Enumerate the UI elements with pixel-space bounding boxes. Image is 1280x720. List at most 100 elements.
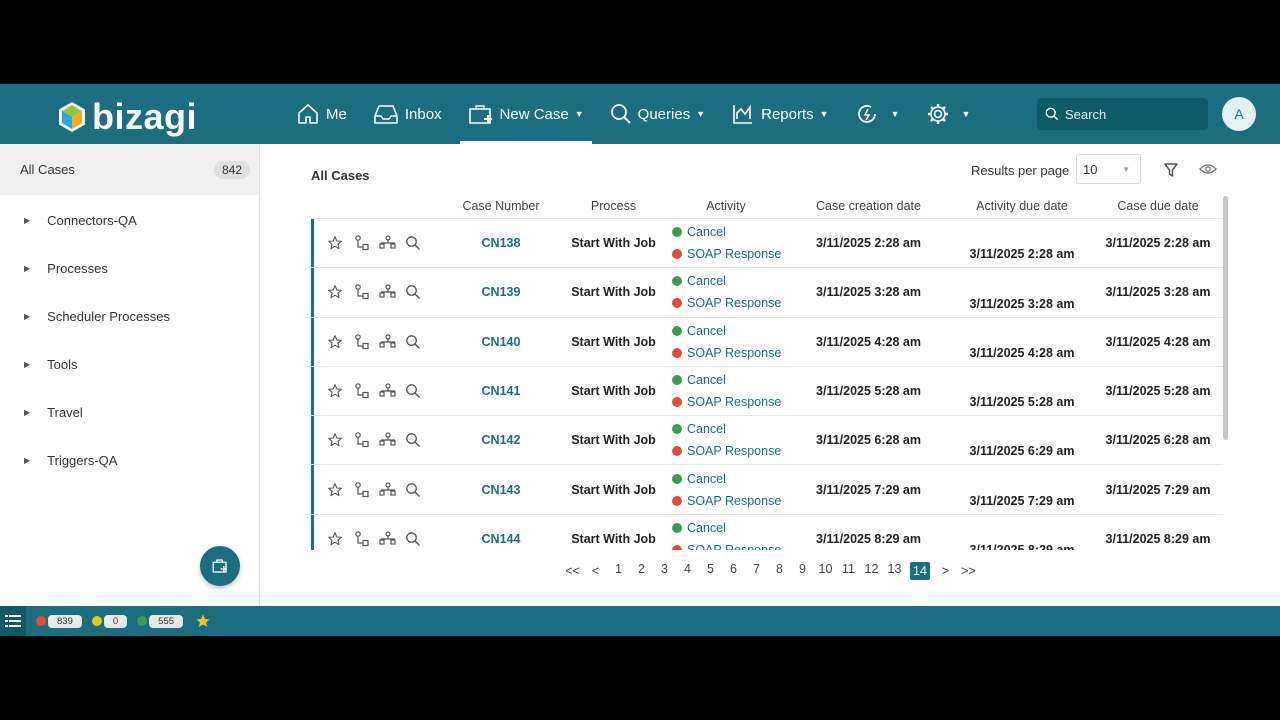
nav-settings[interactable]: ▼ (918, 84, 979, 144)
table-row[interactable]: CN144 Start With Job Cancel SOAP Respons… (311, 514, 1223, 550)
favorite-star-icon[interactable] (327, 531, 353, 547)
favorite-star-icon[interactable] (327, 482, 353, 498)
workflow-icon[interactable] (353, 530, 379, 548)
table-row[interactable]: CN138 Start With Job Cancel SOAP Respons… (311, 219, 1223, 269)
header-activity[interactable]: Activity (666, 194, 786, 218)
favorite-star-icon[interactable] (327, 284, 353, 300)
activity-item[interactable]: Cancel (672, 517, 786, 539)
sidebar-item-travel[interactable]: ▶ Travel (0, 388, 259, 436)
pager-first-button[interactable]: << (565, 564, 580, 578)
table-row[interactable]: CN139 Start With Job Cancel SOAP Respons… (311, 268, 1223, 318)
favorite-star-icon[interactable] (327, 383, 353, 399)
view-case-search-icon[interactable] (405, 482, 431, 498)
pager-page-button[interactable]: 11 (841, 562, 856, 580)
sidebar-item-triggers-qa[interactable]: ▶ Triggers-QA (0, 436, 259, 484)
view-case-search-icon[interactable] (405, 432, 431, 448)
workflow-icon[interactable] (353, 333, 379, 351)
view-case-search-icon[interactable] (405, 235, 431, 251)
header-case-due-date[interactable]: Case due date (1093, 194, 1223, 218)
pager-page-button[interactable]: 7 (749, 562, 764, 580)
sidebar-item-processes[interactable]: ▶ Processes (0, 244, 259, 292)
nav-queries[interactable]: Queries ▼ (602, 84, 713, 144)
case-number-link[interactable]: CN144 (441, 515, 561, 550)
activity-item[interactable]: Cancel (672, 369, 786, 391)
case-number-link[interactable]: CN138 (441, 219, 561, 267)
nav-inbox[interactable]: Inbox (365, 84, 450, 144)
view-case-search-icon[interactable] (405, 383, 431, 399)
activity-item[interactable]: SOAP Response (672, 440, 786, 462)
nav-reports[interactable]: Reports ▼ (723, 84, 836, 144)
pager-prev-button[interactable]: < (588, 564, 603, 578)
activity-item[interactable]: SOAP Response (672, 539, 786, 550)
activity-item[interactable]: SOAP Response (672, 292, 786, 314)
sidebar-item-all-cases[interactable]: All Cases 842 (0, 144, 259, 195)
favorites-stat[interactable] (195, 613, 211, 629)
activity-item[interactable]: SOAP Response (672, 391, 786, 413)
case-number-link[interactable]: CN140 (441, 318, 561, 366)
pager-next-button[interactable]: > (938, 564, 953, 578)
header-process[interactable]: Process (561, 194, 666, 218)
process-map-icon[interactable] (379, 530, 405, 548)
case-number-link[interactable]: CN141 (441, 367, 561, 415)
search-input[interactable] (1065, 106, 1195, 122)
activity-item[interactable]: Cancel (672, 221, 786, 243)
bizagi-logo[interactable]: bizagi (58, 96, 197, 138)
activity-item[interactable]: Cancel (672, 270, 786, 292)
process-map-icon[interactable] (379, 481, 405, 499)
menu-icon[interactable] (0, 606, 26, 636)
pager-page-button[interactable]: 14 (910, 562, 930, 580)
process-map-icon[interactable] (379, 283, 405, 301)
sidebar-item-connectors-qa[interactable]: ▶ Connectors-QA (0, 196, 259, 244)
process-map-icon[interactable] (379, 234, 405, 252)
eye-icon[interactable] (1199, 162, 1217, 176)
pager-page-button[interactable]: 3 (657, 562, 672, 580)
due-soon-stat[interactable]: 0 (91, 614, 128, 628)
view-case-search-icon[interactable] (405, 284, 431, 300)
activity-item[interactable]: SOAP Response (672, 490, 786, 512)
process-map-icon[interactable] (379, 431, 405, 449)
table-scrollbar[interactable] (1223, 196, 1228, 440)
activity-item[interactable]: SOAP Response (672, 342, 786, 364)
view-case-search-icon[interactable] (405, 334, 431, 350)
workflow-icon[interactable] (353, 431, 379, 449)
avatar[interactable]: A (1222, 97, 1256, 131)
header-case-creation-date[interactable]: Case creation date (786, 194, 951, 218)
pager-page-button[interactable]: 12 (864, 562, 879, 580)
pager-page-button[interactable]: 2 (634, 562, 649, 580)
header-case-number[interactable]: Case Number (441, 194, 561, 218)
workflow-icon[interactable] (353, 234, 379, 252)
pager-last-button[interactable]: >> (961, 564, 976, 578)
table-row[interactable]: CN140 Start With Job Cancel SOAP Respons… (311, 317, 1223, 367)
filter-icon[interactable] (1163, 162, 1179, 178)
pager-page-button[interactable]: 8 (772, 562, 787, 580)
case-number-link[interactable]: CN143 (441, 465, 561, 513)
activity-item[interactable]: SOAP Response (672, 243, 786, 265)
sidebar-item-scheduler-processes[interactable]: ▶ Scheduler Processes (0, 292, 259, 340)
nav-me[interactable]: Me (288, 84, 355, 144)
workflow-icon[interactable] (353, 382, 379, 400)
new-case-fab-button[interactable] (200, 546, 240, 586)
header-activity-due-date[interactable]: Activity due date (951, 194, 1093, 218)
view-case-search-icon[interactable] (405, 531, 431, 547)
case-number-link[interactable]: CN139 (441, 268, 561, 316)
activity-item[interactable]: Cancel (672, 418, 786, 440)
pager-page-button[interactable]: 5 (703, 562, 718, 580)
pager-page-button[interactable]: 13 (887, 562, 902, 580)
process-map-icon[interactable] (379, 333, 405, 351)
table-row[interactable]: CN141 Start With Job Cancel SOAP Respons… (311, 366, 1223, 417)
activity-item[interactable]: Cancel (672, 468, 786, 490)
pager-page-button[interactable]: 1 (611, 562, 626, 580)
sidebar-item-tools[interactable]: ▶ Tools (0, 340, 259, 388)
favorite-star-icon[interactable] (327, 334, 353, 350)
case-number-link[interactable]: CN142 (441, 416, 561, 464)
pager-page-button[interactable]: 10 (818, 562, 833, 580)
table-row[interactable]: CN143 Start With Job Cancel SOAP Respons… (311, 465, 1223, 515)
workflow-icon[interactable] (353, 481, 379, 499)
nav-refresh-menu[interactable]: ▼ (847, 84, 908, 144)
favorite-star-icon[interactable] (327, 432, 353, 448)
process-map-icon[interactable] (379, 382, 405, 400)
activity-item[interactable]: Cancel (672, 320, 786, 342)
nav-new-case[interactable]: New Case ▼ (459, 84, 592, 144)
pager-page-button[interactable]: 6 (726, 562, 741, 580)
global-search[interactable] (1037, 98, 1208, 130)
